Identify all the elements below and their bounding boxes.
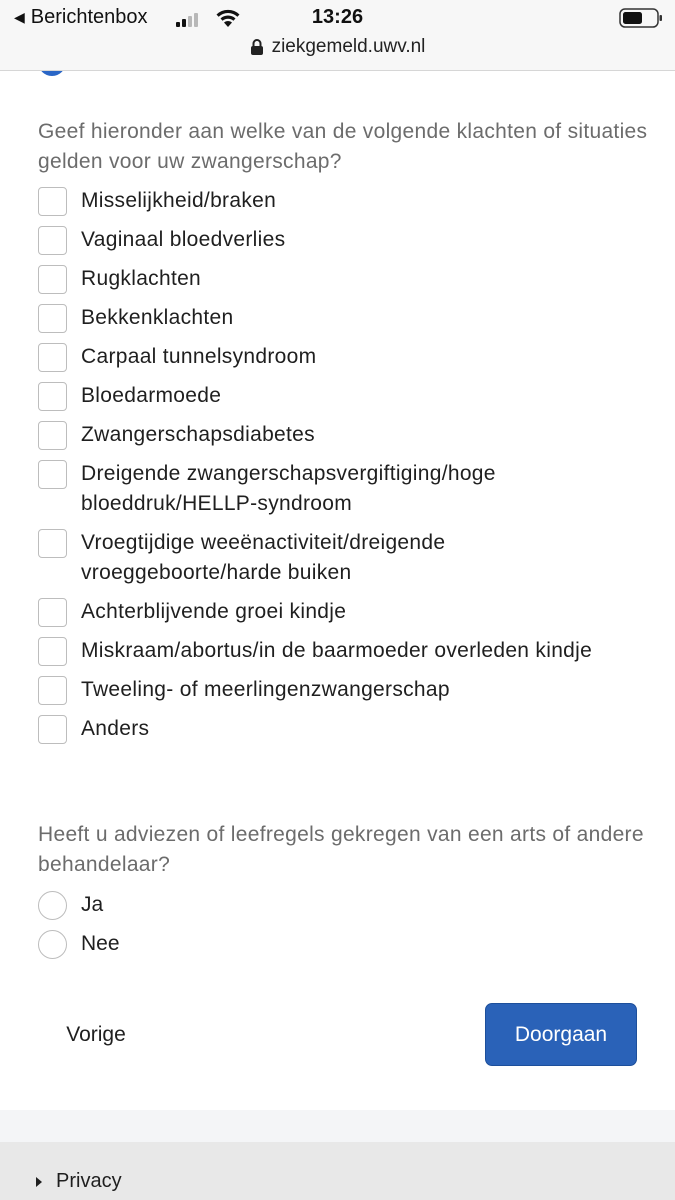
complaint-option[interactable]: Bloedarmoede <box>38 381 648 411</box>
checkbox[interactable] <box>38 343 67 372</box>
complaint-option[interactable]: Vroegtijdige weeënactiviteit/dreigende v… <box>38 528 648 588</box>
checkbox[interactable] <box>38 421 67 450</box>
footer: Privacy <box>0 1142 675 1200</box>
checkbox-label: Bloedarmoede <box>81 384 222 407</box>
checkbox[interactable] <box>38 187 67 216</box>
complaint-option[interactable]: Anders <box>38 714 648 744</box>
complaint-option[interactable]: Dreigende zwangerschapsvergiftiging/hoge… <box>38 459 648 519</box>
clock: 13:26 <box>311 6 364 28</box>
checkbox-label: Misselijkheid/braken <box>81 189 277 212</box>
radio-button[interactable] <box>38 929 67 959</box>
continue-button[interactable]: Doorgaan <box>485 1003 637 1066</box>
checkbox-label: Achterblijvende groei kindje <box>81 600 347 623</box>
checkbox-label: Zwangerschapsdiabetes <box>81 423 315 446</box>
checkbox-label: Carpaal tunnelsyndroom <box>81 345 317 368</box>
checkbox[interactable] <box>38 226 67 255</box>
url-text: ziekgemeld.uwv.nl <box>271 36 426 57</box>
checkbox-label: Dreigende zwangerschapsvergiftiging/hoge… <box>81 462 496 515</box>
checkbox[interactable] <box>38 529 67 558</box>
complaint-option[interactable]: Vaginaal bloedverlies <box>38 225 648 255</box>
checkbox-label: Rugklachten <box>81 267 202 290</box>
battery-icon <box>619 8 662 28</box>
complaints-checkbox-list: Misselijkheid/braken Vaginaal bloedverli… <box>38 186 648 753</box>
complaint-option[interactable]: Carpaal tunnelsyndroom <box>38 342 648 372</box>
footer-divider <box>0 1110 675 1142</box>
checkbox[interactable] <box>38 676 67 705</box>
address-bar[interactable]: ziekgemeld.uwv.nl <box>0 36 675 58</box>
radio-label: Nee <box>81 932 120 955</box>
checkbox[interactable] <box>38 382 67 411</box>
complaint-option[interactable]: Rugklachten <box>38 264 648 294</box>
complaint-option[interactable]: Bekkenklachten <box>38 303 648 333</box>
radio-button[interactable] <box>38 890 67 920</box>
radio-option-nee[interactable]: Nee <box>38 929 438 959</box>
complaint-option[interactable]: Misselijkheid/braken <box>38 186 648 216</box>
complaint-option[interactable]: Miskraam/abortus/in de baarmoeder overle… <box>38 636 648 666</box>
checkbox[interactable] <box>38 598 67 627</box>
complaint-option[interactable]: Tweeling- of meerlingenzwangerschap <box>38 675 648 705</box>
checkbox-label: Miskraam/abortus/in de baarmoeder overle… <box>81 639 593 662</box>
checkbox-label: Vaginaal bloedverlies <box>81 228 286 251</box>
caret-right-icon <box>36 1176 42 1187</box>
advice-radio-group: Ja Nee <box>38 890 438 968</box>
privacy-link[interactable]: Privacy <box>36 1170 122 1193</box>
complaint-option[interactable]: Achterblijvende groei kindje <box>38 597 648 627</box>
checkbox[interactable] <box>38 637 67 666</box>
previous-button[interactable]: Vorige <box>38 1004 154 1066</box>
checkbox-label: Anders <box>81 717 150 740</box>
checkbox[interactable] <box>38 304 67 333</box>
checkbox[interactable] <box>38 265 67 294</box>
lock-icon <box>250 39 263 55</box>
checkbox-label: Bekkenklachten <box>81 306 234 329</box>
checkbox-label: Vroegtijdige weeënactiviteit/dreigende v… <box>81 531 446 584</box>
browser-status-bar: ◀ Berichtenbox 13:26 ziekgemeld.uwv.nl <box>0 0 675 71</box>
privacy-label: Privacy <box>56 1170 122 1192</box>
advice-question: Heeft u adviezen of leefregels gekregen … <box>38 823 644 876</box>
checkbox[interactable] <box>38 460 67 489</box>
radio-option-ja[interactable]: Ja <box>38 890 438 920</box>
complaint-option[interactable]: Zwangerschapsdiabetes <box>38 420 648 450</box>
checkbox-label: Tweeling- of meerlingenzwangerschap <box>81 678 450 701</box>
radio-label: Ja <box>81 893 104 916</box>
checkbox[interactable] <box>38 715 67 744</box>
complaints-question: Geef hieronder aan welke van de volgende… <box>38 120 648 173</box>
